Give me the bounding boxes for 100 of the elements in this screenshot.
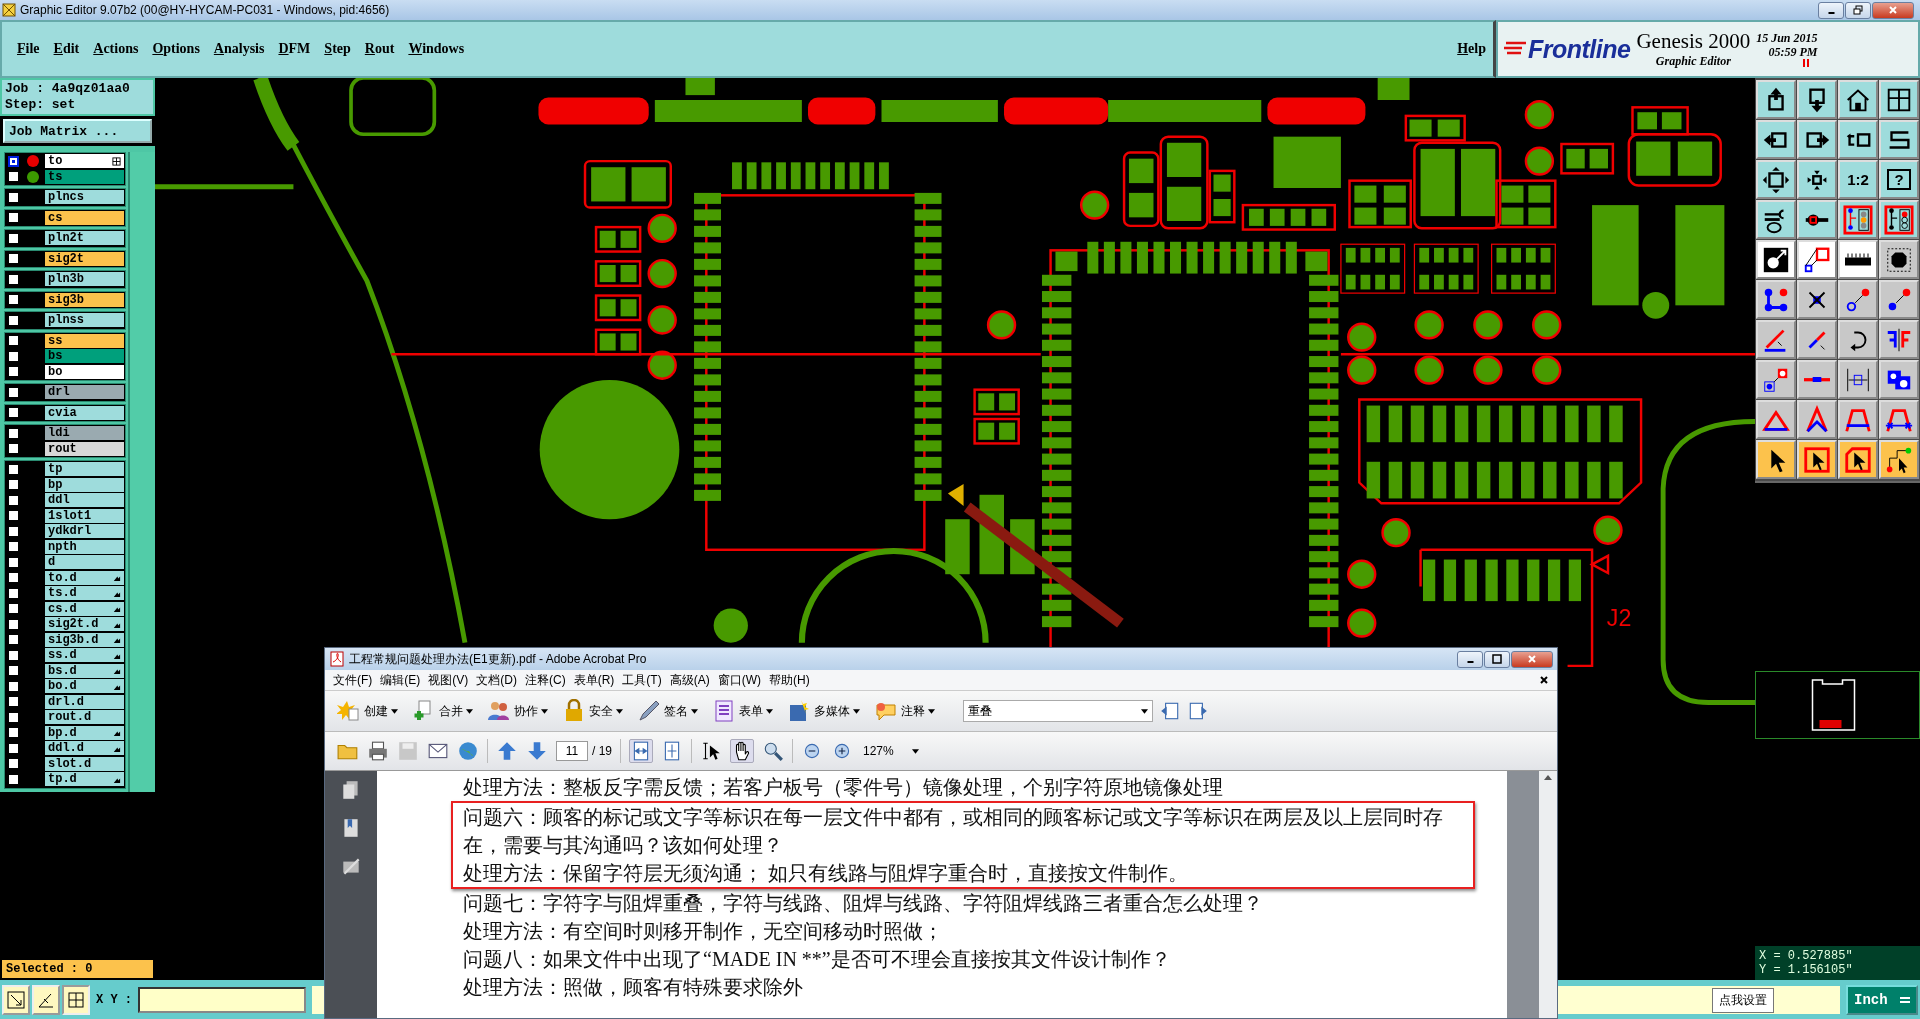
arrow-down-icon[interactable] <box>526 740 548 762</box>
menu-item[interactable]: 帮助(H) <box>765 671 814 689</box>
tool-button[interactable] <box>1879 320 1919 359</box>
scroll-up-icon[interactable] <box>1544 775 1552 780</box>
tool-button[interactable] <box>1797 280 1837 319</box>
layer-name[interactable]: pln3b <box>45 272 124 287</box>
tool-button[interactable] <box>1838 280 1878 319</box>
layer-name[interactable]: bo <box>45 364 124 379</box>
layer-checkbox[interactable] <box>8 366 19 378</box>
tool-button[interactable] <box>1797 440 1837 479</box>
close-button[interactable] <box>1511 650 1553 668</box>
tool-button[interactable] <box>1797 120 1837 159</box>
tool-button[interactable] <box>1756 440 1796 479</box>
zoom-button[interactable] <box>2 984 30 1015</box>
layer-checkbox[interactable] <box>8 680 19 692</box>
layer-checkbox[interactable] <box>8 773 19 785</box>
layer-checkbox[interactable] <box>8 510 19 522</box>
layer-name[interactable]: plnss <box>45 313 124 328</box>
job-matrix-button[interactable]: Job Matrix ... <box>3 119 152 143</box>
tool-button[interactable] <box>1797 80 1837 119</box>
layer-name[interactable]: ydkdrl <box>45 524 124 539</box>
layer-name[interactable]: tp.d <box>45 772 124 787</box>
layer-name[interactable]: npth <box>45 539 124 554</box>
layer-name[interactable]: ddl <box>45 493 124 508</box>
overview-map[interactable] <box>1755 671 1920 739</box>
layer-name[interactable]: rout <box>45 441 124 456</box>
tool-button[interactable] <box>1838 80 1878 119</box>
layer-checkbox[interactable] <box>8 556 19 568</box>
tool-button[interactable] <box>1879 240 1919 279</box>
layer-checkbox[interactable] <box>8 171 19 183</box>
maximize-button[interactable] <box>1484 650 1510 668</box>
layer-checkbox[interactable] <box>8 587 19 599</box>
layer-name[interactable]: sig2t <box>45 251 124 266</box>
text-select-icon[interactable] <box>700 740 722 762</box>
layer-checkbox[interactable] <box>8 696 19 708</box>
menu-item[interactable]: File <box>10 41 47 57</box>
help-menu[interactable]: Help <box>1450 41 1493 57</box>
layer-checkbox[interactable] <box>8 253 19 265</box>
tool-button[interactable] <box>1756 240 1796 279</box>
layer-name[interactable]: to.d <box>45 570 124 585</box>
menu-item[interactable]: Edit <box>46 41 87 57</box>
layer-checkbox[interactable] <box>8 335 19 347</box>
toolbar-button[interactable]: 注释 <box>870 699 939 723</box>
toolbar-button[interactable]: 创建 <box>333 699 402 723</box>
menu-item[interactable]: Step <box>317 41 358 57</box>
layer-checkbox[interactable] <box>8 463 19 475</box>
layer-name[interactable]: cs.d <box>45 601 124 616</box>
layer-name[interactable]: ldi <box>45 426 124 441</box>
layer-name[interactable]: tp <box>45 462 124 477</box>
tool-button[interactable] <box>1879 80 1919 119</box>
layer-checkbox[interactable] <box>8 572 19 584</box>
layer-name[interactable]: ddl.d <box>45 741 124 756</box>
layer-checkbox[interactable] <box>8 479 19 491</box>
tool-button[interactable] <box>1838 120 1878 159</box>
tool-button[interactable] <box>1756 80 1796 119</box>
layer-checkbox[interactable] <box>8 314 19 326</box>
layer-name[interactable]: rout.d <box>45 710 124 725</box>
xy-input-field[interactable] <box>138 986 306 1013</box>
help-button[interactable]: ? <box>1879 160 1919 199</box>
layer-checkbox[interactable] <box>8 742 19 754</box>
tool-button[interactable] <box>1756 400 1796 439</box>
menu-item[interactable]: 工具(T) <box>618 671 666 689</box>
menu-item[interactable]: 视图(V) <box>424 671 473 689</box>
layer-checkbox[interactable] <box>8 711 19 723</box>
layer-checkbox[interactable] <box>8 649 19 661</box>
view-mode-dropdown[interactable]: 重叠 <box>963 700 1153 722</box>
layer-checkbox[interactable] <box>8 494 19 506</box>
layer-checkbox[interactable] <box>8 727 19 739</box>
layer-name[interactable]: sig2t.d <box>45 617 124 632</box>
layer-checkbox[interactable] <box>8 407 19 419</box>
layer-name[interactable]: pln2t <box>45 231 124 246</box>
tool-button[interactable] <box>1797 240 1837 279</box>
tool-button[interactable] <box>1756 160 1796 199</box>
globe-icon[interactable] <box>457 740 479 762</box>
layer-name[interactable]: ts <box>45 169 124 184</box>
layer-checkbox[interactable] <box>8 155 19 167</box>
layer-name[interactable]: cs <box>45 210 124 225</box>
tool-button[interactable] <box>1838 320 1878 359</box>
toolbar-button[interactable]: 合并 <box>408 699 477 723</box>
menu-item[interactable]: 窗口(W) <box>713 671 765 689</box>
menu-item[interactable]: 注释(C) <box>521 671 570 689</box>
layer-name[interactable]: d <box>45 555 124 570</box>
menu-item[interactable]: Options <box>145 41 207 57</box>
menu-item[interactable]: 编辑(E) <box>376 671 425 689</box>
tool-button[interactable] <box>1838 240 1878 279</box>
menu-item[interactable]: Actions <box>86 41 146 57</box>
layer-checkbox[interactable] <box>8 525 19 537</box>
layer-name[interactable]: plncs <box>45 190 124 205</box>
layer-name[interactable]: slot.d <box>45 756 124 771</box>
layer-checkbox[interactable] <box>8 443 19 455</box>
fit-width-icon[interactable] <box>629 739 653 763</box>
layer-name[interactable]: sig3b.d <box>45 632 124 647</box>
layer-name[interactable]: bp.d <box>45 725 124 740</box>
layer-name[interactable]: bs.d <box>45 663 124 678</box>
tool-button[interactable] <box>1879 440 1919 479</box>
layer-checkbox[interactable] <box>8 273 19 285</box>
hand-icon[interactable] <box>730 739 754 763</box>
layer-name[interactable]: bs <box>45 349 124 364</box>
layer-checkbox[interactable] <box>8 212 19 224</box>
tool-button[interactable] <box>1797 160 1837 199</box>
